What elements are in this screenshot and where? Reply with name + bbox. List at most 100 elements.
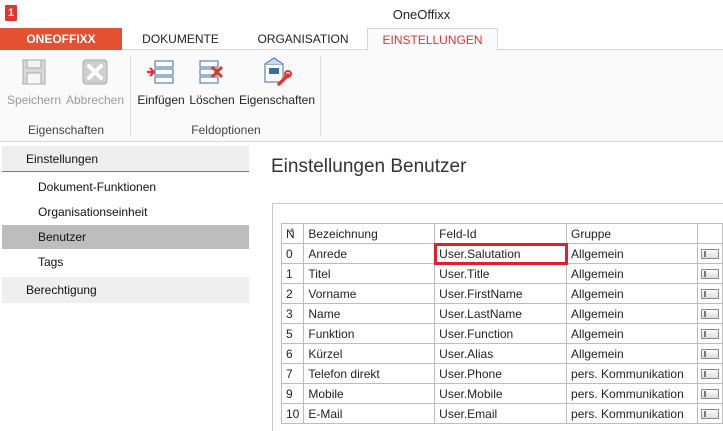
insert-button[interactable]: Einfügen — [136, 56, 186, 107]
tab-organisation[interactable]: ORGANISATION — [239, 28, 367, 50]
cell-gruppe[interactable]: Allgemein — [566, 343, 698, 364]
tab-oneoffixx[interactable]: ONEOFFIXX — [0, 28, 122, 50]
table-row[interactable]: 0 Anrede User.Salutation Allgemein — [280, 242, 723, 265]
column-header-actions — [696, 223, 723, 244]
cell-gruppe[interactable]: Allgemein — [566, 263, 698, 284]
cell-row-button — [696, 243, 723, 264]
save-button[interactable]: Speichern — [6, 56, 62, 107]
cell-gruppe[interactable]: Allgemein — [566, 303, 698, 324]
column-header-bezeichnung[interactable]: Bezeichnung — [303, 223, 436, 244]
row-edit-button[interactable] — [700, 388, 719, 399]
fields-grid: ▲ N Bezeichnung Feld-Id Gruppe 0 Anrede U… — [272, 203, 723, 431]
ribbon-tabs: ONEOFFIXX DOKUMENTE ORGANISATION EINSTEL… — [0, 28, 723, 51]
sidebar-item-benutzer[interactable]: Benutzer — [2, 225, 249, 249]
cell-feld-id[interactable]: User.Title — [434, 263, 568, 284]
group-separator — [320, 56, 321, 136]
sidebar-section-berechtigung[interactable]: Berechtigung — [2, 277, 249, 303]
sidebar-item-tags[interactable]: Tags — [2, 250, 249, 274]
cell-feld-id[interactable]: User.LastName — [434, 303, 568, 324]
cell-feld-id[interactable]: User.Email — [434, 403, 568, 424]
cell-feld-id[interactable]: User.Phone — [434, 363, 568, 384]
properties-wrench-icon — [264, 57, 292, 86]
row-edit-button[interactable] — [700, 268, 719, 279]
row-edit-button[interactable] — [700, 408, 719, 419]
cell-n: 7 — [280, 363, 305, 384]
row-edit-button[interactable] — [700, 348, 719, 359]
cell-feld-id[interactable]: User.Alias — [434, 343, 568, 364]
table-row[interactable]: 10 E-Mail User.Email pers. Kommunikation — [280, 403, 723, 424]
row-edit-button[interactable] — [700, 308, 719, 319]
row-edit-button[interactable] — [700, 248, 719, 259]
sidebar-item-dokument-funktionen[interactable]: Dokument-Funktionen — [2, 175, 249, 199]
cell-gruppe[interactable]: pers. Kommunikation — [566, 383, 698, 404]
cancel-button[interactable]: Abbrechen — [64, 56, 126, 107]
cell-gruppe[interactable]: Allgemein — [566, 243, 698, 264]
cancel-label: Abbrechen — [65, 93, 125, 107]
cell-gruppe[interactable]: pers. Kommunikation — [566, 363, 698, 384]
cell-n: 0 — [280, 243, 305, 264]
sidebar-item-organisationseinheit[interactable]: Organisationseinheit — [2, 200, 249, 224]
table-row[interactable]: 9 Mobile User.Mobile pers. Kommunikation — [280, 383, 723, 404]
fields-table: ▲ N Bezeichnung Feld-Id Gruppe 0 Anrede U… — [280, 223, 723, 424]
cell-row-button — [696, 363, 723, 384]
cell-gruppe[interactable]: Allgemein — [566, 283, 698, 304]
title-bar: 1 OneOffixx — [0, 0, 723, 28]
cell-bezeichnung[interactable]: Kürzel — [303, 343, 436, 364]
window-title: OneOffixx — [392, 7, 451, 22]
column-header-feld-id[interactable]: Feld-Id — [434, 223, 568, 244]
column-header-n[interactable]: ▲ N — [280, 223, 305, 244]
x-icon — [82, 59, 108, 85]
cell-bezeichnung[interactable]: Name — [303, 303, 436, 324]
table-header-row: ▲ N Bezeichnung Feld-Id Gruppe — [280, 223, 723, 244]
row-edit-button[interactable] — [700, 368, 719, 379]
table-row[interactable]: 2 Vorname User.FirstName Allgemein — [280, 283, 723, 304]
cell-bezeichnung[interactable]: E-Mail — [303, 403, 436, 424]
cell-row-button — [696, 303, 723, 324]
cell-feld-id[interactable]: User.Mobile — [434, 383, 568, 404]
cell-bezeichnung[interactable]: Anrede — [303, 243, 436, 264]
cell-feld-id[interactable]: User.Salutation — [433, 242, 568, 265]
cell-bezeichnung[interactable]: Vorname — [303, 283, 436, 304]
delete-button[interactable]: Löschen — [188, 56, 236, 107]
tab-dokumente[interactable]: DOKUMENTE — [122, 28, 239, 50]
tab-einstellungen[interactable]: EINSTELLUNGEN — [367, 28, 498, 51]
sidebar-section-einstellungen[interactable]: Einstellungen — [2, 146, 249, 172]
cell-bezeichnung[interactable]: Titel — [303, 263, 436, 284]
row-edit-button[interactable] — [700, 328, 719, 339]
cell-n: 10 — [280, 403, 305, 424]
cell-row-button — [696, 323, 723, 344]
insert-label: Einfügen — [137, 93, 185, 107]
cell-n: 2 — [280, 283, 305, 304]
table-row[interactable]: 1 Titel User.Title Allgemein — [280, 263, 723, 284]
cell-feld-id[interactable]: User.Function — [434, 323, 568, 344]
column-header-gruppe[interactable]: Gruppe — [566, 223, 698, 244]
ribbon-panel: Speichern Abbrechen Eigenschaften Einfüg… — [0, 50, 723, 142]
cell-bezeichnung[interactable]: Mobile — [303, 383, 436, 404]
cell-n: 3 — [280, 303, 305, 324]
main-content: Einstellungen Benutzer ▲ N Bezeichnung Fe… — [255, 142, 723, 431]
sort-ascending-icon: ▲ — [288, 225, 296, 234]
cell-n: 6 — [280, 343, 305, 364]
cell-gruppe[interactable]: Allgemein — [566, 323, 698, 344]
floppy-disk-icon — [22, 59, 46, 85]
group-separator — [130, 56, 131, 136]
table-row[interactable]: 3 Name User.LastName Allgemein — [280, 303, 723, 324]
table-row[interactable]: 6 Kürzel User.Alias Allgemein — [280, 343, 723, 364]
cell-row-button — [696, 383, 723, 404]
table-row[interactable]: 7 Telefon direkt User.Phone pers. Kommun… — [280, 363, 723, 384]
table-row[interactable]: 5 Funktion User.Function Allgemein — [280, 323, 723, 344]
properties-button[interactable]: Eigenschaften — [238, 56, 316, 107]
insert-field-icon — [147, 60, 174, 84]
sidebar: Einstellungen Dokument-Funktionen Organi… — [0, 142, 255, 431]
save-label: Speichern — [6, 93, 62, 107]
cell-bezeichnung[interactable]: Telefon direkt — [303, 363, 436, 384]
cell-feld-id[interactable]: User.FirstName — [434, 283, 568, 304]
cell-n: 5 — [280, 323, 305, 344]
cell-n: 1 — [280, 263, 305, 284]
group-label-eigenschaften: Eigenschaften — [27, 123, 105, 137]
cell-row-button — [696, 343, 723, 364]
cell-gruppe[interactable]: pers. Kommunikation — [566, 403, 698, 424]
cell-bezeichnung[interactable]: Funktion — [303, 323, 436, 344]
page-title: Einstellungen Benutzer — [271, 156, 467, 177]
row-edit-button[interactable] — [700, 288, 719, 299]
